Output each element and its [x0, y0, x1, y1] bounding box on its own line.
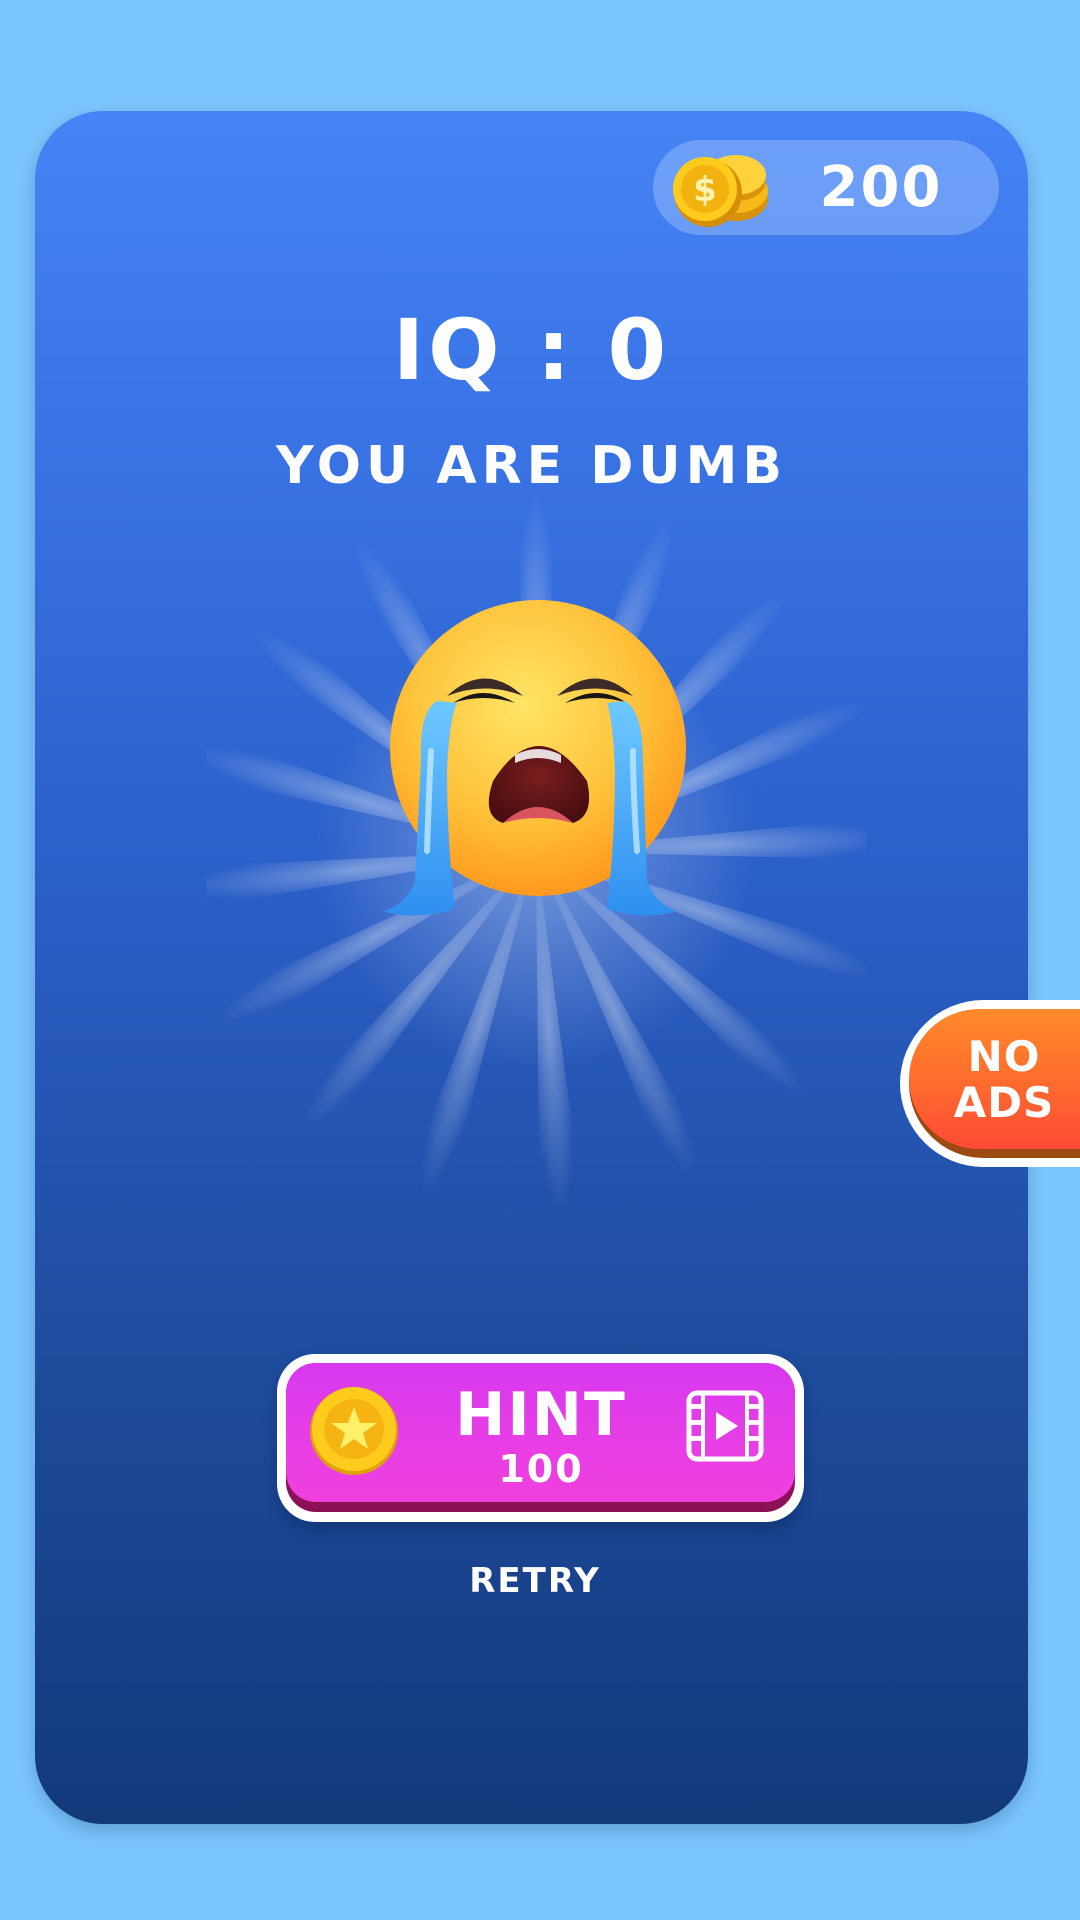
- svg-text:$: $: [693, 170, 717, 210]
- coin-count: 200: [819, 155, 943, 220]
- hint-cost: 100: [498, 1447, 584, 1491]
- coin-stack-icon: $: [673, 155, 768, 227]
- crying-face-emoji: [383, 600, 686, 916]
- no-ads-label: NO ADS: [939, 1034, 1069, 1126]
- retry-button[interactable]: RETRY: [415, 1551, 655, 1611]
- result-card: $ 200 IQ : 0 YOU ARE DUMB HINT 100 RETRY: [35, 111, 1028, 1824]
- no-ads-button[interactable]: NO ADS: [900, 1000, 1080, 1167]
- no-ads-line-1: NO: [967, 1032, 1041, 1081]
- no-ads-button-base: NO ADS: [909, 1009, 1080, 1158]
- no-ads-button-face: NO ADS: [909, 1009, 1080, 1149]
- no-ads-line-2: ADS: [953, 1078, 1055, 1127]
- game-over-screen: $ 200 IQ : 0 YOU ARE DUMB HINT 100 RETRY…: [0, 0, 1080, 1920]
- video-ad-icon: [686, 1390, 764, 1462]
- hint-label: HINT: [455, 1380, 627, 1450]
- hint-button-base: HINT 100: [286, 1363, 795, 1512]
- coin-counter: $ 200: [653, 140, 999, 235]
- star-coin-icon: [310, 1387, 398, 1475]
- hint-button-face: HINT 100: [286, 1363, 795, 1502]
- hint-button[interactable]: HINT 100: [277, 1354, 804, 1522]
- iq-score: IQ : 0: [392, 301, 671, 399]
